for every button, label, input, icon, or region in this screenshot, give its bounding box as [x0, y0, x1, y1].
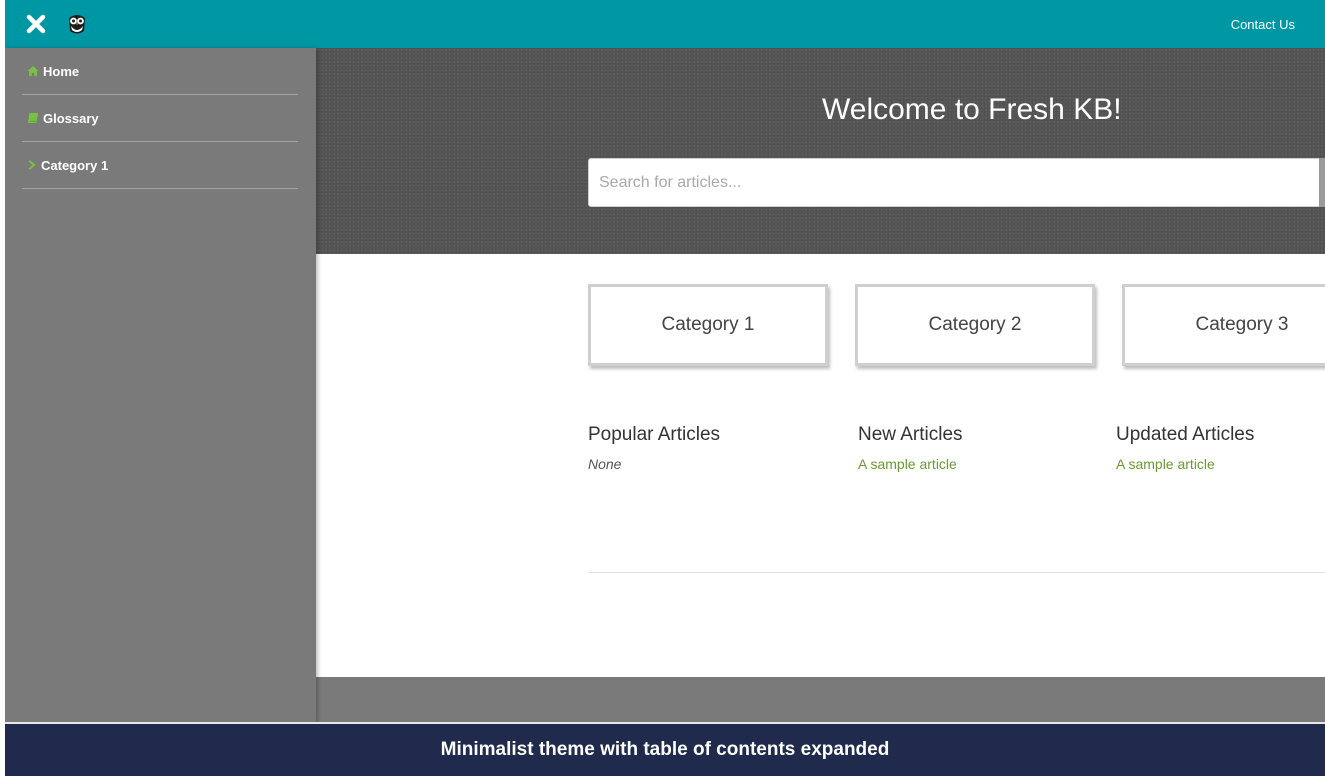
sidebar-item-label: Glossary [43, 111, 99, 126]
article-link[interactable]: A sample article [858, 456, 963, 472]
category-card-2[interactable]: Category 2 [855, 284, 1095, 366]
category-card-label: Category 2 [928, 314, 1022, 335]
sidebar-item-category-1[interactable]: Category 1 [22, 142, 298, 189]
hero-banner: Welcome to Fresh KB! [316, 48, 1325, 254]
category-card-3[interactable]: Category 3 [1122, 284, 1325, 366]
sidebar-item-label: Category 1 [41, 158, 109, 173]
empty-state-text: None [588, 456, 622, 472]
close-icon[interactable] [25, 13, 47, 35]
updated-articles-section: Updated Articles A sample article [1116, 424, 1254, 472]
new-articles-section: New Articles A sample article [858, 424, 963, 472]
search-button[interactable] [1319, 158, 1325, 207]
search-input[interactable] [588, 158, 1325, 207]
divider [588, 572, 1325, 573]
content-area: Category 1 Category 2 Category 3 Popular… [316, 254, 1325, 677]
book-icon [28, 113, 38, 123]
owl-logo-icon [69, 15, 85, 34]
category-card-1[interactable]: Category 1 [588, 284, 828, 366]
category-card-label: Category 3 [1195, 314, 1289, 335]
sidebar-item-label: Home [43, 64, 80, 79]
top-bar: Contact Us [5, 0, 1325, 48]
table-of-contents-sidebar: Home Glossary Category 1 [5, 48, 316, 722]
sidebar-item-glossary[interactable]: Glossary [22, 95, 298, 142]
main-content: Welcome to Fresh KB! Category 1 Category… [316, 48, 1325, 722]
page-title: Welcome to Fresh KB! [822, 93, 1122, 126]
popular-articles-section: Popular Articles None [588, 424, 720, 472]
sidebar-item-home[interactable]: Home [22, 48, 298, 95]
article-link[interactable]: A sample article [1116, 456, 1254, 472]
chevron-right-icon [28, 160, 36, 170]
section-title: Updated Articles [1116, 424, 1255, 445]
screenshot-caption: Minimalist theme with table of contents … [5, 722, 1325, 776]
home-icon [27, 66, 39, 76]
section-title: Popular Articles [588, 424, 721, 445]
footer [316, 677, 1325, 722]
section-title: New Articles [858, 424, 963, 445]
category-card-label: Category 1 [661, 314, 755, 335]
app-window: Contact Us Home Glossary Category 1 Welc… [5, 0, 1325, 722]
contact-us-link[interactable]: Contact Us [1231, 17, 1295, 32]
